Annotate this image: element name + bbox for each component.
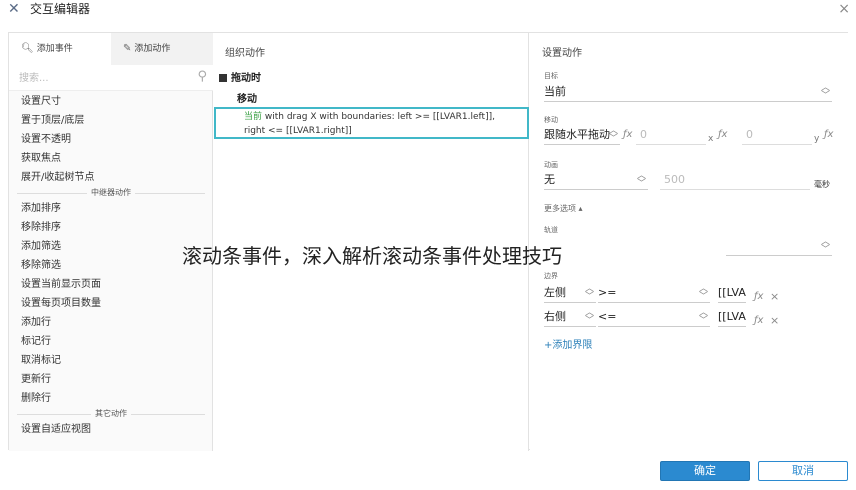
bound-value-field[interactable]: [[LVA xyxy=(718,285,746,303)
move-value: 跟随水平拖动 xyxy=(544,128,610,141)
search-icon[interactable]: ⚲ xyxy=(197,69,207,84)
fx-icon[interactable]: ƒx xyxy=(623,129,632,140)
title-bar: ✕ 交互编辑器 × xyxy=(0,0,856,18)
bound-side-select[interactable]: 左侧 ︿ ﹀ xyxy=(544,285,596,303)
animation-label: 动画 xyxy=(544,161,558,169)
animation-value: 无 xyxy=(544,173,555,186)
tab-add-action[interactable]: ✎ 添加动作 xyxy=(111,33,213,65)
target-value: 当前 xyxy=(544,85,566,98)
wrench-icon: ✎ xyxy=(123,43,132,54)
action-text-line2: right <= [[LVAR1.right]] xyxy=(244,126,352,136)
section-header-repeater: 中继器动作 xyxy=(9,187,213,199)
add-bound-link[interactable]: +添加界限 xyxy=(544,336,592,351)
list-item[interactable]: 移除排序 xyxy=(9,218,213,237)
target-select[interactable]: 当前 ︿ ﹀ xyxy=(544,84,832,102)
chevron-updown-icon: ︿ ﹀ xyxy=(698,308,708,326)
search-bar: ⚲ xyxy=(9,65,213,91)
bound-operator-select[interactable]: <= ︿ ﹀ xyxy=(598,309,710,327)
event-node[interactable]: 拖动时 xyxy=(219,69,261,84)
panel-title: 组织动作 xyxy=(225,48,265,59)
event-label: 拖动时 xyxy=(231,73,261,84)
list-item[interactable]: 设置不透明 xyxy=(9,130,213,149)
fx-icon[interactable]: ƒx xyxy=(718,129,727,140)
magnifier-icon: 🔍︎ xyxy=(21,43,34,54)
action-text-line1: with drag X with boundaries: left >= [[L… xyxy=(262,112,495,122)
bounds-label: 边界 xyxy=(544,272,558,280)
more-options-toggle[interactable]: 更多选项 ▴ xyxy=(544,203,583,214)
remove-bound-icon[interactable]: × xyxy=(770,314,779,327)
action-target: 当前 xyxy=(244,112,263,122)
move-label: 移动 xyxy=(544,116,558,124)
list-item[interactable]: 设置尺寸 xyxy=(9,92,213,111)
list-item[interactable]: 展开/收起树节点 xyxy=(9,168,213,187)
tab-label: 添加动作 xyxy=(134,44,171,54)
list-item[interactable]: 设置自适应视图 xyxy=(9,420,213,439)
list-item[interactable]: 设置当前显示页面 xyxy=(9,275,213,294)
chevron-updown-icon: ︿ ﹀ xyxy=(698,284,708,302)
tab-label: 添加事件 xyxy=(36,44,73,54)
chevron-updown-icon: ︿ ﹀ xyxy=(636,171,646,189)
window-title: 交互编辑器 xyxy=(30,2,91,16)
fx-icon[interactable]: ƒx xyxy=(824,129,833,140)
chevron-updown-icon: ︿ ﹀ xyxy=(820,237,830,255)
x-unit: x xyxy=(708,134,714,144)
search-input[interactable] xyxy=(19,70,189,86)
list-item[interactable]: 删除行 xyxy=(9,389,213,408)
x-field[interactable]: 0 xyxy=(636,127,706,145)
y-field[interactable]: 0 xyxy=(742,127,812,145)
chevron-updown-icon: ︿ ﹀ xyxy=(608,127,618,144)
list-item[interactable]: 取消标记 xyxy=(9,351,213,370)
bound-operator-select[interactable]: >= ︿ ﹀ xyxy=(598,285,710,303)
ok-button[interactable]: 确定 xyxy=(660,461,750,481)
section-label: 其它动作 xyxy=(91,409,131,418)
remove-bound-icon[interactable]: × xyxy=(770,290,779,303)
panel-title: 设置动作 xyxy=(542,48,582,59)
list-item[interactable]: 设置每页项目数量 xyxy=(9,294,213,313)
cancel-button[interactable]: 取消 xyxy=(758,461,848,481)
move-select[interactable]: 跟随水平拖动 ︿ ﹀ xyxy=(544,127,620,145)
configure-action-panel: 设置动作 目标 当前 ︿ ﹀ 移动 跟随水平拖动 ︿ ﹀ ƒx 0 x ƒx 0 y… xyxy=(530,33,849,451)
collapse-icon[interactable] xyxy=(219,74,227,82)
section-label: 中继器动作 xyxy=(87,188,135,197)
bound-side-value: 左侧 xyxy=(544,286,566,299)
selected-action[interactable]: 当前 with drag X with boundaries: left >= … xyxy=(214,107,529,139)
list-item[interactable]: 获取焦点 xyxy=(9,149,213,168)
duration-field[interactable]: 500 xyxy=(660,172,810,190)
chevron-updown-icon: ︿ ﹀ xyxy=(820,83,830,101)
tab-bar: 🔍︎ 添加事件 ✎ 添加动作 xyxy=(9,33,213,65)
bound-value-field[interactable]: [[LVA xyxy=(718,309,746,327)
tab-add-event[interactable]: 🔍︎ 添加事件 xyxy=(9,33,111,65)
fx-icon[interactable]: ƒx xyxy=(754,291,763,302)
duration-unit: 毫秒 xyxy=(814,180,830,189)
list-item[interactable]: 置于顶层/底层 xyxy=(9,111,213,130)
overlay-caption: 滚动条事件，深入解析滚动条事件处理技巧 xyxy=(182,244,562,268)
chevron-updown-icon: ︿ ﹀ xyxy=(584,308,594,326)
track-select[interactable]: ︿ ﹀ xyxy=(726,238,832,256)
axure-x-icon: ✕ xyxy=(8,1,20,17)
track-label: 轨道 xyxy=(544,226,558,234)
bound-side-select[interactable]: 右侧 ︿ ﹀ xyxy=(544,309,596,327)
close-icon[interactable]: × xyxy=(838,0,850,18)
fx-icon[interactable]: ƒx xyxy=(754,315,763,326)
list-item[interactable]: 更新行 xyxy=(9,370,213,389)
list-item[interactable]: 标记行 xyxy=(9,332,213,351)
list-item[interactable]: 添加行 xyxy=(9,313,213,332)
list-item[interactable]: 添加排序 xyxy=(9,199,213,218)
section-header-other: 其它动作 xyxy=(9,408,213,420)
chevron-updown-icon: ︿ ﹀ xyxy=(584,284,594,302)
case-node[interactable]: 移动 xyxy=(237,90,257,105)
y-unit: y xyxy=(814,134,820,144)
bound-operator-value: >= xyxy=(598,286,617,299)
target-label: 目标 xyxy=(544,72,558,80)
bound-side-value: 右侧 xyxy=(544,310,566,323)
bound-operator-value: <= xyxy=(598,310,617,323)
animation-select[interactable]: 无 ︿ ﹀ xyxy=(544,172,648,190)
